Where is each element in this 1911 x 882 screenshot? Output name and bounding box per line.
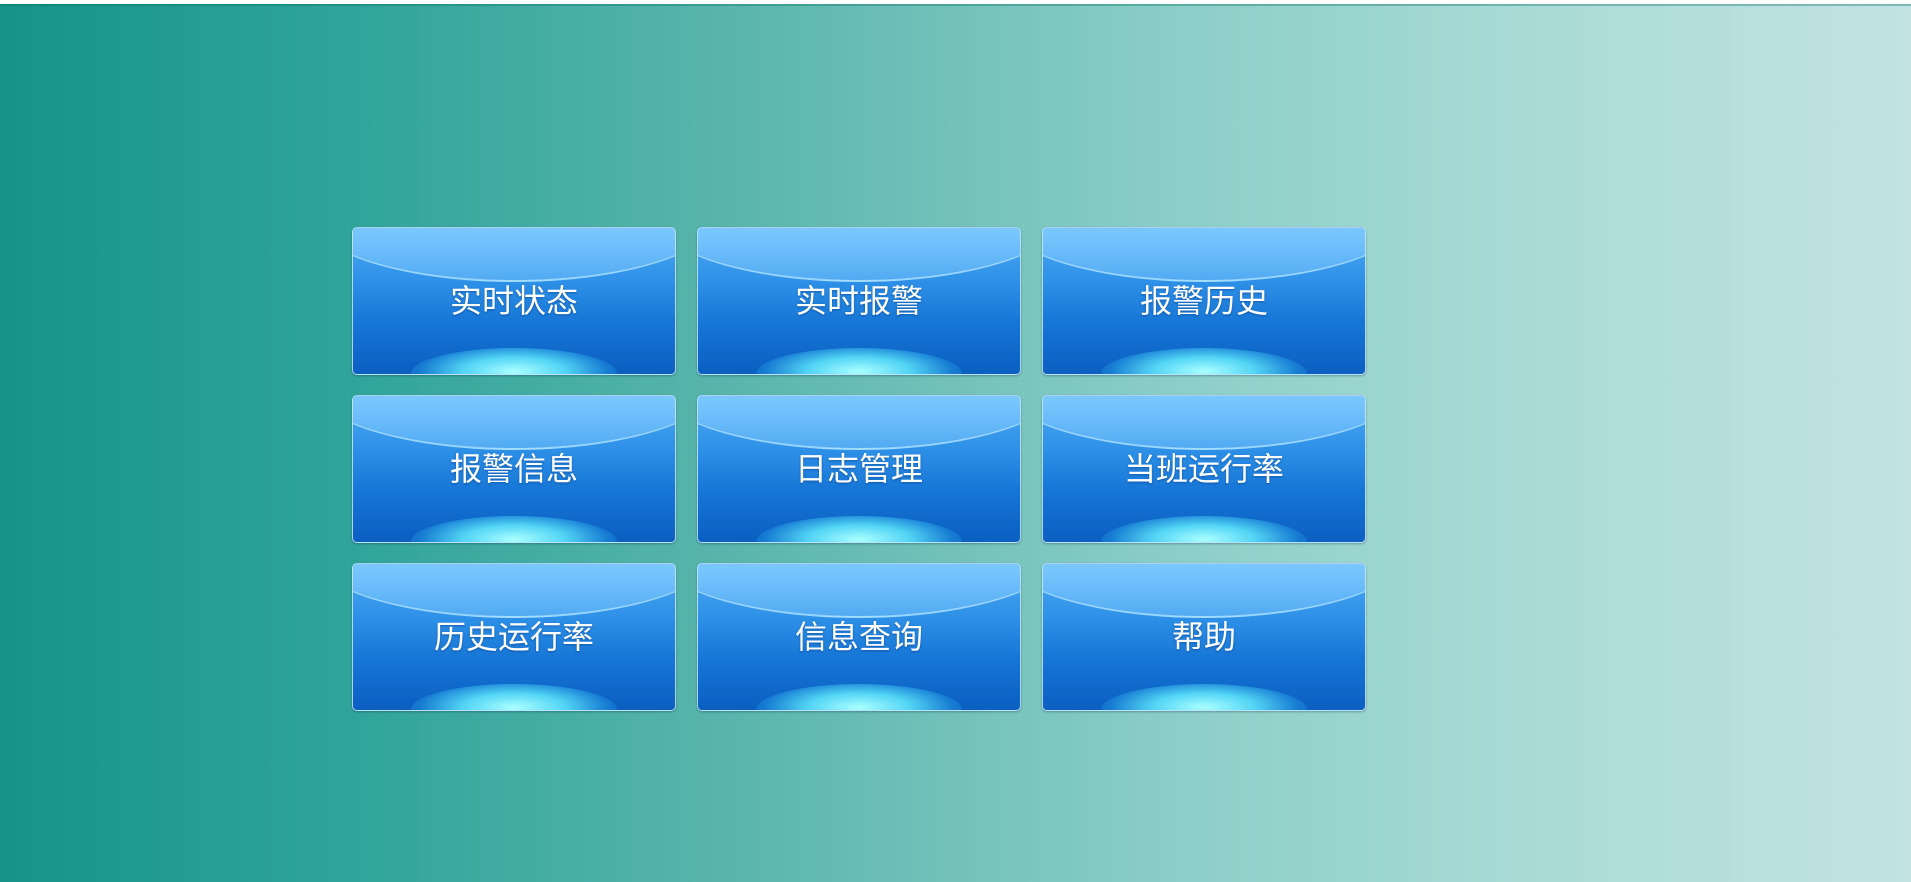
alarm-info-button[interactable]: 报警信息: [352, 395, 676, 543]
log-management-button[interactable]: 日志管理: [697, 395, 1021, 543]
help-label: 帮助: [1171, 618, 1236, 656]
alarm-history-label: 报警历史: [1139, 282, 1268, 320]
realtime-status-button[interactable]: 实时状态: [352, 227, 676, 375]
log-management-label: 日志管理: [794, 450, 923, 488]
top-border-line: [0, 0, 1911, 6]
realtime-alarm-button[interactable]: 实时报警: [697, 227, 1021, 375]
realtime-alarm-label: 实时报警: [794, 282, 923, 320]
alarm-info-label: 报警信息: [449, 450, 578, 488]
help-button[interactable]: 帮助: [1042, 563, 1366, 711]
history-run-rate-button[interactable]: 历史运行率: [352, 563, 676, 711]
shift-run-rate-label: 当班运行率: [1123, 450, 1284, 488]
info-query-label: 信息查询: [794, 618, 923, 656]
history-run-rate-label: 历史运行率: [433, 618, 594, 656]
info-query-button[interactable]: 信息查询: [697, 563, 1021, 711]
shift-run-rate-button[interactable]: 当班运行率: [1042, 395, 1366, 543]
alarm-history-button[interactable]: 报警历史: [1042, 227, 1366, 375]
main-menu-grid: 实时状态 实时报警 报警历史 报警信息 日志管理 当班运行率 历史运行率 信息查…: [352, 227, 1366, 711]
realtime-status-label: 实时状态: [449, 282, 578, 320]
